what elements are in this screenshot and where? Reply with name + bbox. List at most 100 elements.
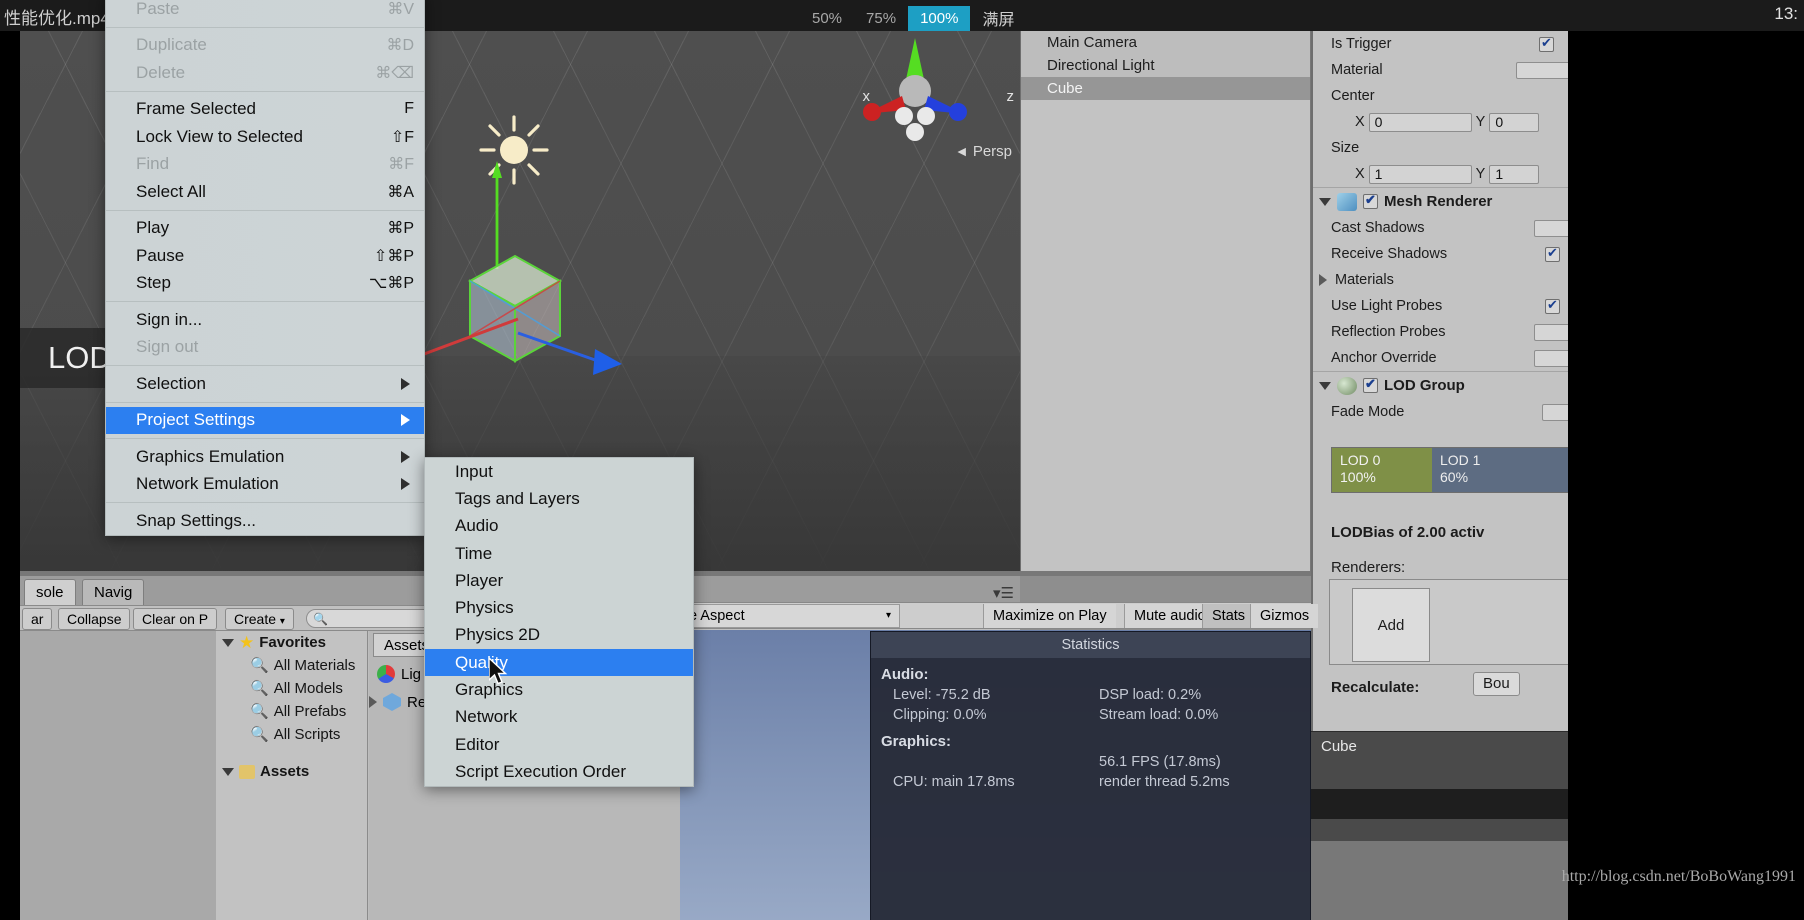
recalculate-bounds-button[interactable]: Bou: [1473, 672, 1520, 696]
favorite-all-materials[interactable]: 🔍 All Materials: [216, 654, 367, 677]
mesh-renderer-enabled-checkbox[interactable]: [1363, 194, 1378, 209]
gizmos-button[interactable]: Gizmos ▾: [1250, 604, 1318, 628]
size-y-input[interactable]: 1: [1489, 165, 1539, 184]
submenu-item-time[interactable]: Time: [425, 540, 693, 567]
collapse-button[interactable]: Collapse: [58, 608, 130, 630]
inspector-row-receive-shadows[interactable]: Receive Shadows: [1313, 241, 1568, 267]
asset-item-ref[interactable]: Ref: [369, 693, 430, 711]
asset-item-lighting[interactable]: Lig: [377, 665, 421, 683]
hierarchy-item-directional-light[interactable]: Directional Light: [1021, 54, 1310, 77]
submenu-item-quality[interactable]: Quality: [425, 649, 693, 676]
inspector-row-materials[interactable]: Materials: [1313, 267, 1568, 293]
clear-on-play-button[interactable]: Clear on P: [133, 608, 217, 630]
chevron-right-icon[interactable]: [1319, 274, 1327, 286]
is-trigger-checkbox[interactable]: [1539, 37, 1554, 52]
submenu-item-editor[interactable]: Editor: [425, 731, 693, 758]
lod-level-0[interactable]: LOD 0 100%: [1332, 448, 1432, 492]
reflection-probes-dropdown[interactable]: [1534, 324, 1568, 341]
menu-item-graphics-emulation[interactable]: Graphics Emulation: [106, 443, 424, 471]
hierarchy-panel[interactable]: Main Camera Directional Light Cube: [1020, 31, 1310, 571]
cast-shadows-dropdown[interactable]: [1534, 220, 1568, 237]
size-x-input[interactable]: 1: [1369, 165, 1472, 184]
center-y-input[interactable]: 0: [1489, 113, 1539, 132]
menu-item-sign-in[interactable]: Sign in...: [106, 306, 424, 334]
fade-mode-dropdown[interactable]: [1542, 404, 1568, 421]
menu-item-pause[interactable]: Pause⇧⌘P: [106, 242, 424, 270]
menu-item-project-settings[interactable]: Project Settings: [106, 407, 424, 435]
console-log-area[interactable]: [20, 631, 216, 920]
submenu-item-physics-2d[interactable]: Physics 2D: [425, 622, 693, 649]
project-settings-submenu[interactable]: InputTags and LayersAudioTimePlayerPhysi…: [424, 457, 694, 787]
statistics-overlay[interactable]: Statistics Audio: Level: -75.2 dB DSP lo…: [870, 631, 1311, 920]
project-create-button[interactable]: Create ▾: [225, 608, 294, 630]
receive-shadows-checkbox[interactable]: [1545, 247, 1560, 262]
favorite-all-prefabs[interactable]: 🔍 All Prefabs: [216, 700, 367, 723]
center-x-input[interactable]: 0: [1369, 113, 1472, 132]
inspector-panel[interactable]: Is Trigger Material Center X 0 Y 0 Size …: [1311, 31, 1568, 731]
submenu-item-player[interactable]: Player: [425, 567, 693, 594]
submenu-item-graphics[interactable]: Graphics: [425, 676, 693, 703]
zoom-option-50[interactable]: 50%: [800, 6, 854, 31]
material-object-field[interactable]: [1516, 62, 1568, 79]
player-zoom-options[interactable]: 50%75%100%满屏: [800, 2, 1026, 34]
chevron-down-icon[interactable]: [1319, 198, 1331, 206]
center-vector-row[interactable]: X 0 Y 0: [1313, 109, 1568, 135]
submenu-item-input[interactable]: Input: [425, 458, 693, 485]
lod-group-header[interactable]: LOD Group: [1313, 371, 1568, 399]
lod-group-enabled-checkbox[interactable]: [1363, 378, 1378, 393]
scene-context-menu[interactable]: Paste⌘VDuplicate⌘DDelete⌘⌫Frame Selected…: [105, 0, 425, 536]
project-tree[interactable]: ★ Favorites 🔍 All Materials 🔍 All Models…: [216, 631, 368, 920]
aspect-dropdown[interactable]: e Aspect ▾: [680, 604, 900, 628]
size-vector-row[interactable]: X 1 Y 1: [1313, 161, 1568, 187]
inspector-row-reflection-probes[interactable]: Reflection Probes: [1313, 319, 1568, 345]
clear-button[interactable]: ar: [22, 608, 52, 630]
submenu-item-script-execution-order[interactable]: Script Execution Order: [425, 758, 693, 785]
favorite-all-scripts[interactable]: 🔍 All Scripts: [216, 723, 367, 746]
project-favorites-group[interactable]: ★ Favorites: [216, 631, 367, 654]
lod-level-1[interactable]: LOD 1 60%: [1432, 448, 1568, 492]
menu-item-network-emulation[interactable]: Network Emulation: [106, 471, 424, 499]
preview-toolbar[interactable]: [1311, 789, 1568, 819]
favorite-all-models[interactable]: 🔍 All Models: [216, 677, 367, 700]
inspector-row-anchor-override[interactable]: Anchor Override: [1313, 345, 1568, 371]
submenu-item-network[interactable]: Network: [425, 704, 693, 731]
menu-item-lock-view-to-selected[interactable]: Lock View to Selected⇧F: [106, 123, 424, 151]
menu-item-play[interactable]: Play⌘P: [106, 215, 424, 243]
menu-item-select-all[interactable]: Select All⌘A: [106, 178, 424, 206]
stats-button[interactable]: Stats: [1202, 604, 1254, 628]
chevron-down-icon[interactable]: [222, 768, 234, 776]
menu-item-step[interactable]: Step⌥⌘P: [106, 270, 424, 298]
inspector-row-is-trigger[interactable]: Is Trigger: [1313, 31, 1568, 57]
maximize-on-play-button[interactable]: Maximize on Play: [983, 604, 1116, 628]
menu-item-frame-selected[interactable]: Frame SelectedF: [106, 96, 424, 124]
submenu-item-physics[interactable]: Physics: [425, 594, 693, 621]
submenu-item-audio[interactable]: Audio: [425, 513, 693, 540]
inspector-row-use-light-probes[interactable]: Use Light Probes: [1313, 293, 1568, 319]
inspector-row-material[interactable]: Material: [1313, 57, 1568, 83]
chevron-down-icon[interactable]: [222, 639, 234, 647]
scene-perspective-label[interactable]: ◄ Persp: [955, 143, 1012, 160]
mesh-renderer-header[interactable]: Mesh Renderer: [1313, 187, 1568, 215]
tab-navigation[interactable]: Navig: [82, 579, 144, 605]
chevron-right-icon[interactable]: [369, 696, 377, 708]
chevron-down-icon[interactable]: [1319, 382, 1331, 390]
renderers-box[interactable]: Add: [1329, 579, 1568, 665]
inspector-row-cast-shadows[interactable]: Cast Shadows: [1313, 215, 1568, 241]
zoom-option-75[interactable]: 75%: [854, 6, 908, 31]
menu-item-snap-settings[interactable]: Snap Settings...: [106, 507, 424, 535]
panel-options-icon[interactable]: ▾☰: [993, 584, 1014, 602]
add-renderer-button[interactable]: Add: [1352, 588, 1430, 662]
use-light-probes-checkbox[interactable]: [1545, 299, 1560, 314]
inspector-row-fade-mode[interactable]: Fade Mode: [1313, 399, 1568, 425]
zoom-option-100[interactable]: 100%: [908, 6, 970, 31]
scene-orientation-gizmo[interactable]: [860, 36, 970, 146]
lod-level-bar[interactable]: LOD 0 100% LOD 1 60%: [1331, 447, 1568, 493]
anchor-override-object-field[interactable]: [1534, 350, 1568, 367]
hierarchy-item-main-camera[interactable]: Main Camera: [1021, 31, 1310, 54]
tab-console[interactable]: sole: [24, 579, 76, 605]
submenu-item-tags-and-layers[interactable]: Tags and Layers: [425, 485, 693, 512]
fullscreen-button[interactable]: 满屏: [970, 2, 1026, 34]
menu-item-selection[interactable]: Selection: [106, 370, 424, 398]
project-assets-group[interactable]: Assets: [216, 760, 367, 783]
hierarchy-item-cube[interactable]: Cube: [1021, 77, 1310, 100]
